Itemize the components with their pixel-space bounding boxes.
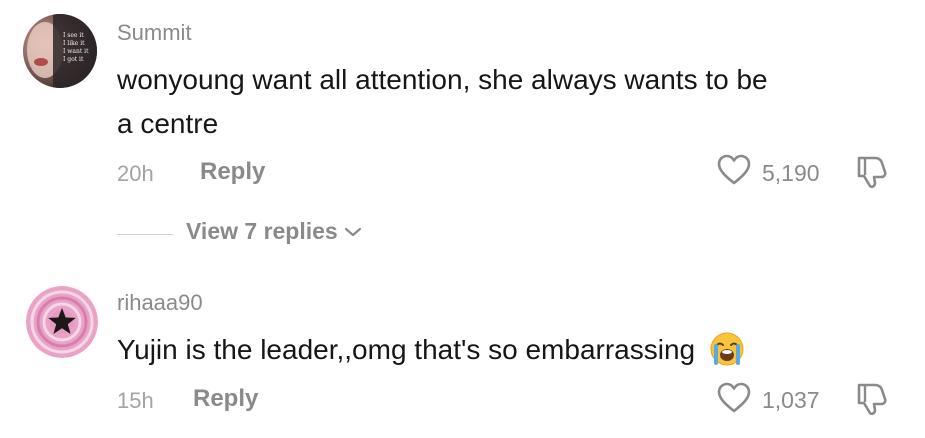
- comment-text-line: Yujin is the leader,,omg that's so embar…: [117, 334, 696, 365]
- chevron-down-icon: [344, 227, 361, 236]
- view-replies-label: View 7 replies: [186, 218, 338, 244]
- comment-username[interactable]: rihaaa90: [117, 290, 203, 316]
- thumbs-down-icon: [857, 383, 887, 416]
- like-count: 5,190: [762, 160, 820, 186]
- loudly-crying-face-emoji: [709, 331, 745, 367]
- avatar[interactable]: I see it I like it I want it I got it: [23, 14, 97, 88]
- comment-text: wonyoung want all attention, she always …: [117, 58, 907, 146]
- replies-divider: [117, 234, 173, 235]
- like-button[interactable]: [717, 382, 751, 414]
- reply-button[interactable]: Reply: [193, 385, 258, 413]
- comment-username[interactable]: Summit: [117, 20, 192, 46]
- comment-time: 20h: [117, 161, 154, 186]
- like-count: 1,037: [762, 387, 820, 413]
- comment-text-line: a centre: [117, 108, 219, 139]
- dislike-button[interactable]: [855, 155, 887, 189]
- reply-button[interactable]: Reply: [200, 158, 265, 186]
- comment-text: Yujin is the leader,,omg that's so embar…: [117, 328, 745, 372]
- avatar[interactable]: [26, 286, 98, 358]
- heart-icon: [717, 382, 751, 413]
- avatar-caption: I see it I like it I want it I got it: [63, 32, 89, 63]
- comment-time: 15h: [117, 388, 154, 413]
- heart-icon: [717, 154, 751, 185]
- avatar-image: [26, 286, 98, 358]
- like-button[interactable]: [717, 154, 751, 186]
- comment-text-line: wonyoung want all attention, she always …: [117, 64, 768, 95]
- thumbs-down-icon: [857, 156, 887, 189]
- view-replies-button[interactable]: View 7 replies: [186, 218, 362, 245]
- dislike-button[interactable]: [855, 382, 887, 416]
